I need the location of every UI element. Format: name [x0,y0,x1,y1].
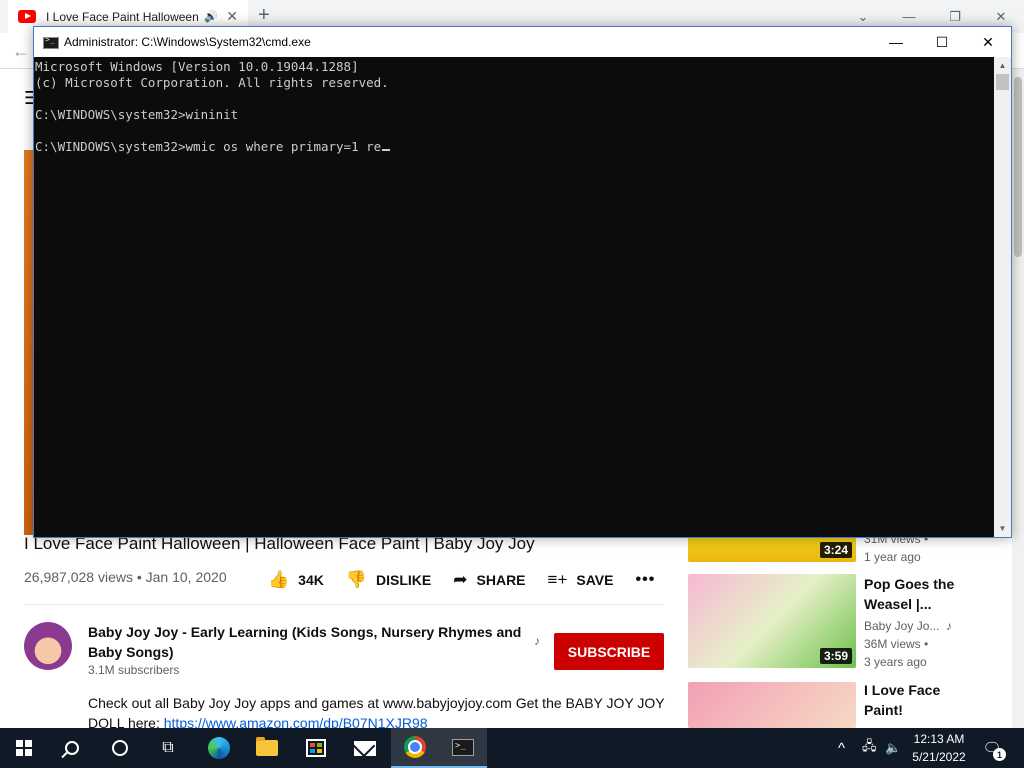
recommendation-info[interactable]: Pop Goes the Weasel |... Baby Joy Jo... … [864,574,1014,671]
cmd-window-title: Administrator: C:\Windows\System32\cmd.e… [64,35,311,49]
youtube-favicon-icon [18,10,36,23]
search-icon [65,741,79,755]
task-view-icon: ⧉ [162,739,174,756]
cmd-minimize-button[interactable]: — [873,27,919,57]
video-description: Check out all Baby Joy Joy apps and game… [88,693,668,733]
cmd-console-output[interactable]: Microsoft Windows [Version 10.0.19044.12… [34,57,995,537]
file-explorer-folder-icon [256,737,278,756]
start-button[interactable] [0,728,48,768]
mail-envelope-icon [354,740,376,756]
network-icon[interactable]: 🖧 [862,728,877,768]
tab-close-icon[interactable]: ✕ [226,8,238,25]
channel-name[interactable]: Baby Joy Joy - Early Learning (Kids Song… [88,622,528,662]
share-label: SHARE [476,572,526,588]
taskbar: ⧉ ^ 🖧 🔈 12:13 AM 5/21/2022 🗨 1 [0,728,1024,768]
text-cursor [382,149,391,151]
system-clock[interactable]: 12:13 AM 5/21/2022 [906,730,972,766]
cmd-close-button[interactable]: ✕ [965,27,1011,57]
cmd-scrollbar-thumb[interactable] [996,74,1009,90]
recommendation-thumbnail[interactable]: 3:24 [688,536,856,562]
share-arrow-icon: ➦ [453,570,468,589]
cmd-maximize-button[interactable]: ☐ [919,27,965,57]
taskbar-store[interactable] [292,728,340,768]
subscriber-count: 3.1M subscribers [88,663,180,677]
recommendation-age: 1 year ago [864,550,921,564]
dislike-label: DISLIKE [376,572,432,588]
cmd-window-controls: — ☐ ✕ [873,27,1011,57]
volume-icon[interactable]: 🔈 [885,728,901,768]
thumbs-up-icon: 👍 [268,570,290,589]
share-button[interactable]: ➦ SHARE [453,570,525,590]
cmd-title-bar[interactable]: Administrator: C:\Windows\System32\cmd.e… [34,27,1011,57]
cmd-scrollbar[interactable]: ▲ ▼ [994,57,1011,537]
video-duration: 3:24 [819,542,852,558]
video-duration: 3:59 [819,648,852,664]
recommendation-channel: Baby Joy Jo... [864,619,940,633]
cmd-app-icon [43,35,59,49]
console-line: Microsoft Windows [Version 10.0.19044.12… [35,59,359,74]
back-arrow-icon[interactable]: ← [12,41,30,62]
divider [24,604,664,605]
console-line: C:\WINDOWS\system32>wininit [35,107,239,122]
cmd-window[interactable]: Administrator: C:\Windows\System32\cmd.e… [33,26,1012,538]
task-view-button[interactable]: ⧉ [144,728,192,768]
console-input-text: C:\WINDOWS\system32>wmic os where primar… [35,139,382,154]
taskbar-cmd[interactable] [439,728,487,768]
video-actions: 👍 34K 👎 DISLIKE ➦ SHARE ≡+ SAVE ••• [268,568,655,592]
notification-count-badge: 1 [993,748,1006,761]
taskbar-edge[interactable] [195,728,243,768]
taskbar-mail[interactable] [341,728,389,768]
new-tab-button[interactable]: + [258,4,270,27]
recommendation-title: I Love Face [864,682,941,698]
cortana-button[interactable] [96,728,144,768]
cortana-circle-icon [112,740,128,756]
recommendation-thumbnail[interactable] [688,682,856,728]
video-views-date: 26,987,028 views • Jan 10, 2020 [24,569,227,585]
page-scrollbar[interactable] [1012,69,1024,728]
console-input-line[interactable]: C:\WINDOWS\system32>wmic os where primar… [35,139,994,155]
channel-avatar[interactable] [24,622,72,670]
music-note-icon: ♪ [946,619,952,633]
music-note-icon: ♪ [534,634,540,648]
save-label: SAVE [576,572,614,588]
edge-browser-icon [208,737,230,759]
action-center-button[interactable]: 🗨 1 [980,736,1006,761]
save-button[interactable]: ≡+ SAVE [548,570,614,590]
clock-time: 12:13 AM [913,732,965,746]
recommendation-views: 36M views • [864,637,929,651]
command-prompt-icon [452,738,474,756]
tab-audio-icon[interactable]: 🔊 [204,10,218,23]
recommendation-info[interactable]: I Love Face Paint! [864,680,1014,720]
console-line: (c) Microsoft Corporation. All rights re… [35,75,389,90]
chrome-browser-icon [404,736,426,758]
more-actions-icon[interactable]: ••• [635,571,655,589]
taskbar-chrome[interactable] [391,728,439,768]
like-button[interactable]: 👍 34K [268,570,324,590]
tray-overflow-chevron-icon[interactable]: ^ [838,728,845,768]
clock-date: 5/21/2022 [912,750,966,764]
scroll-up-arrow-icon[interactable]: ▲ [994,57,1011,74]
recommendation-title: Weasel |... [864,596,932,612]
recommendation-title: Paint! [864,702,903,718]
tab-title: I Love Face Paint Halloween | Halloween … [46,9,198,24]
taskbar-search-button[interactable] [48,728,96,768]
recommendation-title: Pop Goes the [864,576,955,592]
windows-logo-icon [16,740,32,756]
subscribe-button[interactable]: SUBSCRIBE [554,633,664,670]
taskbar-file-explorer[interactable] [243,728,291,768]
microsoft-store-icon [306,739,326,757]
recommendation-age: 3 years ago [864,655,927,669]
scrollbar-thumb[interactable] [1014,77,1022,257]
recommendation-thumbnail[interactable]: 3:59 [688,574,856,668]
scroll-down-arrow-icon[interactable]: ▼ [994,520,1011,537]
dislike-button[interactable]: 👎 DISLIKE [346,570,431,590]
like-count: 34K [298,572,324,588]
thumbs-down-icon: 👎 [345,570,368,589]
playlist-add-icon: ≡+ [547,570,568,589]
